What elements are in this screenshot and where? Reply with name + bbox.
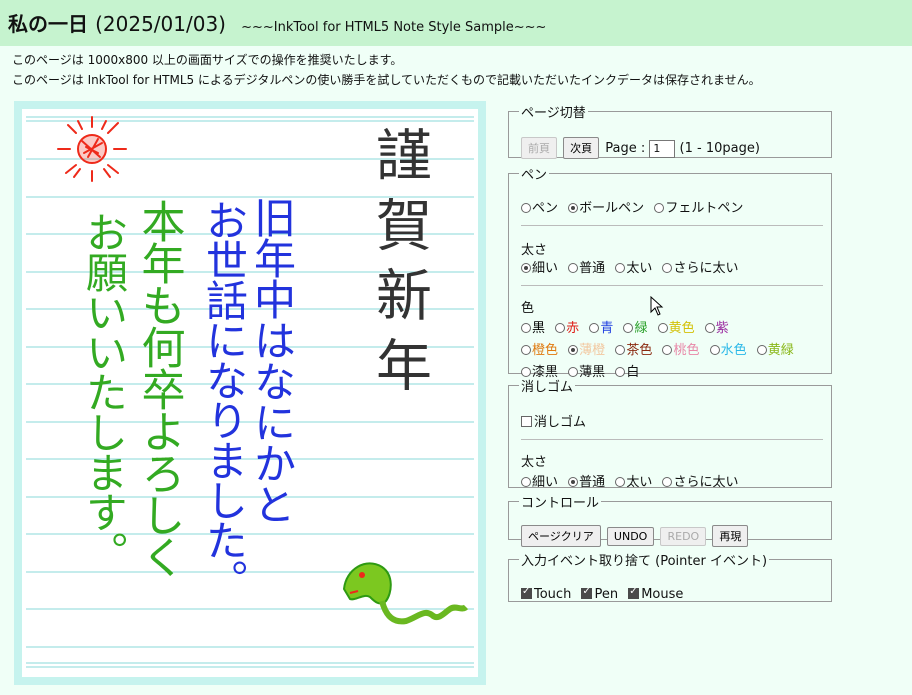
pen-thickness-thick[interactable]: 太い bbox=[615, 261, 652, 276]
handwriting-col-4: 本年も何卒よろしく bbox=[134, 199, 185, 577]
color-red[interactable]: 赤 bbox=[555, 321, 579, 336]
page-title: 私の一日 bbox=[8, 12, 88, 36]
pen-thickness-thin[interactable]: 細い bbox=[521, 261, 558, 276]
clear-page-button[interactable]: ページクリア bbox=[521, 525, 601, 547]
mouse-checkbox[interactable]: Mouse bbox=[628, 586, 683, 602]
pen-color-row-2: 橙色 薄橙 茶色 桃色 水色 黄緑 bbox=[521, 339, 800, 358]
pen-color-label: 色 bbox=[521, 301, 535, 316]
color-green[interactable]: 緑 bbox=[623, 321, 647, 336]
handwriting-col-1: 謹賀新年 bbox=[367, 126, 432, 406]
prev-page-button[interactable]: 前頁 bbox=[521, 137, 557, 159]
eraser-legend: 消しゴム bbox=[521, 380, 574, 395]
divider bbox=[521, 225, 823, 226]
color-yellow[interactable]: 黄色 bbox=[657, 321, 695, 336]
pen-thickness-label: 太さ bbox=[521, 243, 548, 258]
input-event-legend: 入力イベント取り捨て (Pointer イベント) bbox=[521, 554, 768, 569]
eraser-thickness-label: 太さ bbox=[521, 455, 548, 470]
eraser-thickness-thin[interactable]: 細い bbox=[521, 475, 558, 490]
handwriting-col-2: 旧年中はなにかと bbox=[248, 196, 297, 524]
page-subtitle: ~~~InkTool for HTML5 Note Style Sample~~… bbox=[241, 20, 547, 35]
redraw-button[interactable]: 再現 bbox=[712, 525, 749, 547]
next-page-button[interactable]: 次頁 bbox=[563, 137, 600, 159]
divider bbox=[521, 439, 823, 440]
page-switch-legend: ページ切替 bbox=[521, 106, 586, 121]
notice-no-save: このページは InkTool for HTML5 によるデジタルペンの使い勝手を… bbox=[12, 73, 761, 87]
page-header: 私の一日 (2025/01/03) ~~~InkTool for HTML5 N… bbox=[0, 0, 912, 46]
color-purple[interactable]: 紫 bbox=[704, 321, 729, 336]
eraser-checkbox[interactable]: 消しゴム bbox=[521, 415, 586, 430]
eraser-thickness-options: 細い 普通 太い さらに太い bbox=[521, 471, 744, 490]
pen-legend: ペン bbox=[521, 168, 548, 183]
redo-button[interactable]: REDO bbox=[660, 527, 707, 546]
eraser-thickness-thicker[interactable]: さらに太い bbox=[662, 475, 738, 490]
undo-button[interactable]: UNDO bbox=[606, 527, 655, 546]
pen-group: ペン ペン ボールペン フェルトペン 太さ 細い 普通 太い さらに太い 色 黒… bbox=[508, 164, 832, 380]
notice-screen-size: このページは 1000x800 以上の画面サイズでの操作を推奨いたします。 bbox=[12, 53, 403, 67]
color-blue[interactable]: 青 bbox=[589, 321, 613, 336]
control-group: コントロール ページクリア UNDO REDO 再現 bbox=[508, 492, 832, 547]
ink-canvas[interactable]: 謹賀新年 旧年中はなにかと お世話になりました。 本年も何卒よろしく お願いいた… bbox=[14, 101, 486, 685]
color-light-blue[interactable]: 水色 bbox=[709, 343, 747, 358]
input-event-group: 入力イベント取り捨て (Pointer イベント) Touch Pen Mous… bbox=[508, 550, 832, 602]
eraser-group: 消しゴム 消しゴム 太さ 細い 普通 太い さらに太い bbox=[508, 376, 832, 490]
page-switch-group: ページ切替 前頁 次頁 Page : 1 (1 - 10page) bbox=[508, 102, 832, 159]
eraser-thickness-thick[interactable]: 太い bbox=[615, 475, 652, 490]
sun-drawing bbox=[57, 116, 127, 182]
pen-thickness-thicker[interactable]: さらに太い bbox=[662, 261, 738, 276]
color-black[interactable]: 黒 bbox=[521, 321, 545, 336]
color-brown[interactable]: 茶色 bbox=[615, 343, 652, 358]
control-legend: コントロール bbox=[521, 496, 600, 511]
divider bbox=[521, 285, 823, 286]
pen-checkbox[interactable]: Pen bbox=[581, 586, 618, 602]
handwriting-col-3: お世話になりました。 bbox=[200, 199, 249, 599]
color-yellow-green[interactable]: 黄緑 bbox=[756, 343, 794, 358]
eraser-thickness-normal[interactable]: 普通 bbox=[568, 475, 605, 490]
mouse-cursor-icon bbox=[650, 296, 664, 316]
ink-canvas-frame: 謹賀新年 旧年中はなにかと お世話になりました。 本年も何卒よろしく お願いいた… bbox=[14, 101, 486, 685]
color-orange[interactable]: 橙色 bbox=[521, 343, 558, 358]
page-label: Page : bbox=[605, 141, 646, 156]
page-range: (1 - 10page) bbox=[679, 141, 760, 156]
color-pink[interactable]: 桃色 bbox=[662, 343, 699, 358]
pen-type-pen[interactable]: ペン bbox=[521, 201, 558, 216]
color-light-orange[interactable]: 薄橙 bbox=[568, 343, 605, 358]
pen-thickness-options: 細い 普通 太い さらに太い bbox=[521, 257, 744, 276]
handwriting-col-5: お願いいたします。 bbox=[80, 211, 129, 571]
pen-thickness-normal[interactable]: 普通 bbox=[568, 261, 605, 276]
pen-type-felt[interactable]: フェルトペン bbox=[654, 201, 743, 216]
touch-checkbox[interactable]: Touch bbox=[521, 586, 571, 602]
pen-type-ballpoint[interactable]: ボールペン bbox=[568, 201, 644, 216]
page-number-input[interactable]: 1 bbox=[649, 139, 676, 158]
pen-type-options: ペン ボールペン フェルトペン bbox=[521, 197, 749, 216]
pen-color-row-1: 黒 赤 青 緑 黄色 紫 bbox=[521, 317, 735, 336]
page-date: (2025/01/03) bbox=[95, 12, 226, 36]
